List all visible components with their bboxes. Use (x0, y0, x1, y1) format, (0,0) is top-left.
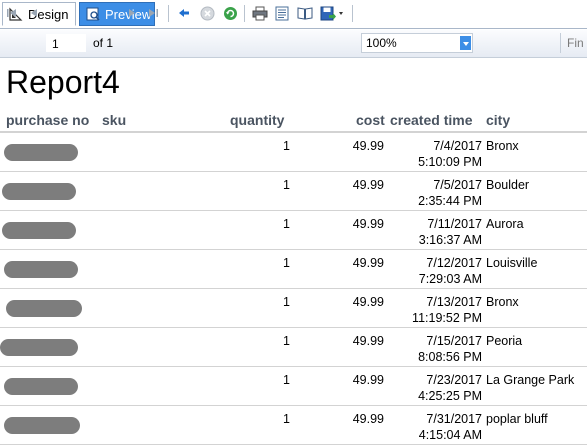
redacted-purchase-no (2, 183, 76, 200)
table-row: 1 49.99 7/4/2017 5:10:09 PM Bronx (0, 132, 587, 172)
quantity-cell: 1 (283, 295, 290, 309)
refresh-icon (223, 6, 237, 20)
print-button[interactable] (251, 4, 268, 22)
city-cell: Aurora (486, 217, 524, 231)
cost-cell: 49.99 (352, 295, 384, 309)
created-time-cell: 2:35:44 PM (418, 194, 482, 208)
created-date-cell: 7/23/2017 (426, 373, 482, 387)
created-date-cell: 7/11/2017 (427, 217, 482, 231)
zoom-value: 100% (366, 36, 397, 50)
city-cell: Bronx (486, 295, 519, 309)
city-cell: Bronx (486, 139, 519, 153)
last-page-button[interactable] (146, 4, 160, 22)
created-date-cell: 7/31/2017 (426, 412, 482, 426)
column-header-cost: cost (356, 112, 385, 128)
cost-cell: 49.99 (352, 178, 384, 192)
find-input[interactable]: Fin (560, 33, 587, 53)
quantity-cell: 1 (283, 334, 290, 348)
redacted-purchase-no (4, 144, 78, 161)
redacted-purchase-no (0, 339, 78, 356)
quantity-cell: 1 (283, 139, 290, 153)
created-date-cell: 7/4/2017 (433, 139, 482, 153)
table-row: 1 49.99 7/5/2017 2:35:44 PM Boulder (0, 171, 587, 211)
quantity-cell: 1 (283, 256, 290, 270)
quantity-cell: 1 (283, 217, 290, 231)
column-header-sku: sku (102, 112, 127, 128)
first-page-icon (7, 9, 16, 17)
book-icon (297, 7, 313, 20)
back-button[interactable] (176, 4, 192, 22)
quantity-cell: 1 (283, 412, 290, 426)
last-page-icon (149, 9, 158, 17)
back-arrow-icon (179, 9, 189, 17)
created-time-cell: 7:29:03 AM (418, 272, 482, 286)
quantity-cell: 1 (283, 373, 290, 387)
page-count-label: of 1 (93, 36, 114, 50)
stop-icon (200, 6, 214, 20)
created-time-cell: 5:10:09 PM (418, 155, 482, 169)
report-toolbar (0, 30, 587, 58)
created-date-cell: 7/15/2017 (426, 334, 482, 348)
created-date-cell: 7/13/2017 (426, 295, 482, 309)
first-page-button[interactable] (5, 4, 19, 22)
redacted-purchase-no (6, 300, 82, 317)
cost-cell: 49.99 (352, 217, 384, 231)
city-cell: Boulder (486, 178, 530, 192)
redacted-purchase-no (4, 378, 78, 395)
column-header-created-time: created time (390, 112, 473, 128)
cost-cell: 49.99 (352, 412, 384, 426)
created-date-cell: 7/12/2017 (426, 256, 482, 270)
export-button[interactable] (319, 4, 345, 22)
zoom-select[interactable]: 100% (361, 33, 473, 53)
table-row: 1 49.99 7/23/2017 4:25:25 PM La Grange P… (0, 366, 587, 406)
created-date-cell: 7/5/2017 (433, 178, 482, 192)
created-time-cell: 3:16:37 AM (418, 233, 482, 247)
print-layout-button[interactable] (274, 4, 290, 22)
previous-page-button[interactable] (27, 4, 41, 22)
table-row: 1 49.99 7/12/2017 7:29:03 AM Louisville (0, 249, 587, 289)
stop-button[interactable] (199, 4, 215, 22)
toolbar-separator (168, 5, 169, 22)
toolbar-separator (352, 5, 353, 22)
city-cell: poplar bluff (486, 412, 548, 426)
current-page-input[interactable]: 1 (46, 34, 86, 52)
previous-page-icon (31, 9, 37, 17)
created-time-cell: 4:15:04 AM (418, 428, 482, 442)
toolbar-separator (244, 5, 245, 22)
next-page-button[interactable] (125, 4, 139, 22)
next-page-icon (129, 9, 135, 17)
quantity-cell: 1 (283, 178, 290, 192)
cost-cell: 49.99 (352, 256, 384, 270)
created-time-cell: 11:19:52 PM (412, 311, 482, 325)
refresh-button[interactable] (222, 4, 238, 22)
preview-icon (86, 7, 100, 21)
redacted-purchase-no (4, 261, 78, 278)
table-row: 1 49.99 7/31/2017 4:15:04 AM poplar bluf… (0, 405, 587, 445)
column-header-quantity: quantity (230, 112, 285, 128)
tab-preview[interactable]: Preview (79, 2, 155, 26)
save-export-icon (320, 6, 343, 20)
redacted-purchase-no (2, 222, 76, 239)
chevron-down-icon[interactable] (460, 36, 471, 50)
created-time-cell: 8:08:56 PM (418, 350, 482, 364)
cost-cell: 49.99 (352, 139, 384, 153)
page-layout-icon (275, 6, 289, 20)
table-row: 1 49.99 7/11/2017 3:16:37 AM Aurora (0, 210, 587, 250)
report-title: Report4 (6, 64, 120, 100)
table-row: 1 49.99 7/15/2017 8:08:56 PM Peoria (0, 327, 587, 367)
cost-cell: 49.99 (352, 334, 384, 348)
column-header-purchase-no: purchase no (6, 112, 90, 128)
redacted-purchase-no (4, 417, 80, 434)
table-row: 1 49.99 7/13/2017 11:19:52 PM Bronx (0, 288, 587, 328)
city-cell: Louisville (486, 256, 538, 270)
column-header-city: city (486, 112, 511, 128)
city-cell: La Grange Park (486, 373, 575, 387)
cost-cell: 49.99 (352, 373, 384, 387)
printer-icon (252, 6, 267, 20)
city-cell: Peoria (486, 334, 523, 348)
created-time-cell: 4:25:25 PM (418, 389, 482, 403)
page-setup-button[interactable] (297, 4, 313, 22)
tab-strip: Design Preview (0, 0, 587, 29)
